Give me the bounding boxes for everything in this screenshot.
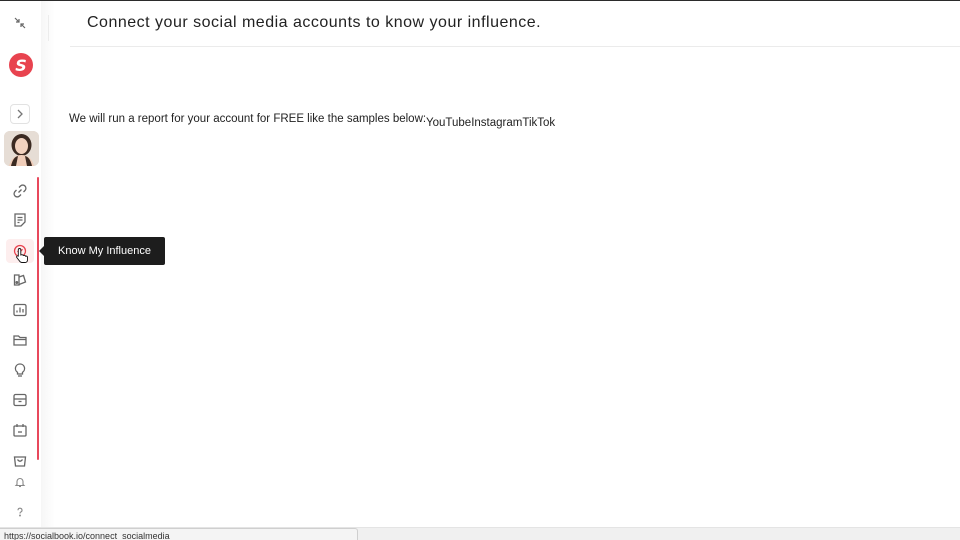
- header-divider: [70, 46, 960, 47]
- sidebar-shadow: [41, 1, 55, 529]
- bell-icon[interactable]: [9, 471, 31, 493]
- expand-sidebar-button[interactable]: [10, 104, 30, 124]
- analytics-icon[interactable]: [9, 299, 31, 321]
- intro-text: We will run a report for your account fo…: [69, 113, 427, 125]
- tooltip: Know My Influence: [44, 237, 165, 265]
- document-icon[interactable]: [9, 209, 31, 231]
- brand-icon[interactable]: [9, 269, 31, 291]
- help-icon[interactable]: [9, 501, 31, 523]
- platform-tabs: YouTube Instagram TikTok: [426, 117, 555, 129]
- main-left-divider: [48, 15, 49, 41]
- avatar[interactable]: [4, 131, 39, 166]
- status-url: https://socialbook.io/connect_socialmedi…: [0, 528, 358, 540]
- archive-icon[interactable]: [9, 389, 31, 411]
- app-window: S Know My Influence Connect your social …: [0, 0, 960, 540]
- shopping-bag-icon[interactable]: [9, 449, 31, 471]
- lightbulb-icon[interactable]: [9, 359, 31, 381]
- calendar-box-icon[interactable]: [9, 419, 31, 441]
- sidebar-scroll-indicator[interactable]: [37, 177, 39, 460]
- folder-icon[interactable]: [9, 329, 31, 351]
- chevron-right-icon: [17, 109, 23, 119]
- link-icon[interactable]: [9, 180, 31, 202]
- tab-instagram[interactable]: Instagram: [471, 117, 522, 129]
- tab-youtube[interactable]: YouTube: [426, 117, 471, 129]
- collapse-arrows-icon[interactable]: [9, 12, 31, 34]
- tab-tiktok[interactable]: TikTok: [522, 117, 555, 129]
- page-title: Connect your social media accounts to kn…: [87, 14, 542, 31]
- pointer-cursor-icon: [15, 247, 29, 269]
- app-logo[interactable]: S: [9, 53, 33, 77]
